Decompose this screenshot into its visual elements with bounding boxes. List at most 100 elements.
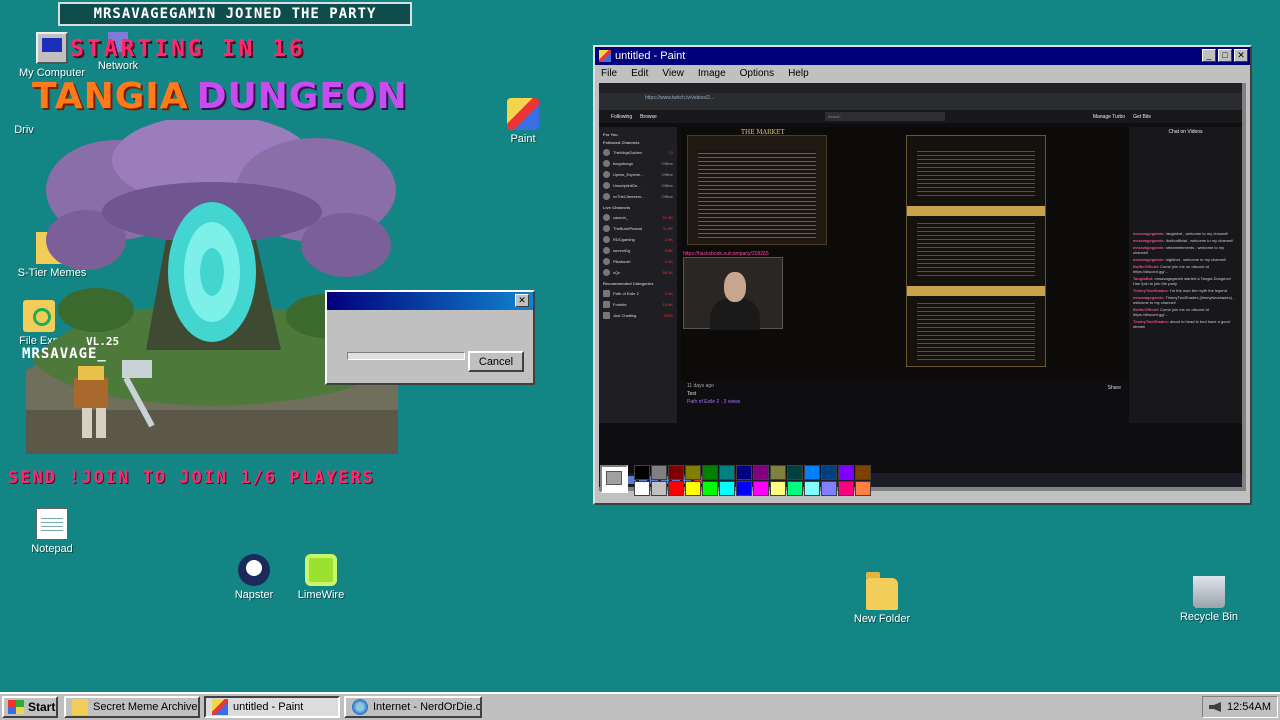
chat-message: TimmyTwoShades: I'm the man the myth the… (1133, 288, 1228, 293)
speaker-icon[interactable] (1208, 702, 1221, 712)
palette-swatches (634, 465, 871, 496)
video-meta: Path of Exile 2 · 3 views (687, 399, 741, 405)
dialog-close-button[interactable]: ✕ (515, 294, 529, 307)
start-button[interactable]: Start (2, 696, 58, 718)
sidebar-channel: RDCgaming 2.6K (603, 234, 673, 245)
island-dirt (26, 410, 398, 454)
twitch-topnav: Following Browse Search Manage Turbo Get… (599, 110, 1242, 123)
palette-swatch[interactable] (855, 481, 871, 496)
palette-swatch[interactable] (855, 465, 871, 480)
desktop-icon-napster[interactable]: Napster (216, 554, 292, 601)
tangia-dungeon-logo: TANGIA DUNGEON (32, 76, 408, 117)
palette-swatch[interactable] (804, 465, 820, 480)
taskbar-item-paint[interactable]: untitled - Paint (204, 696, 340, 718)
palette-swatch[interactable] (634, 481, 650, 496)
menu-view[interactable]: View (662, 68, 684, 79)
nav-browse: Browse (640, 113, 657, 120)
player-name: MRSAVAGE_ (22, 346, 107, 362)
start-label: Start (28, 700, 56, 714)
paint-icon (212, 699, 228, 715)
taskbar: Start Secret Meme Archive untitled - Pai… (0, 692, 1280, 720)
palette-swatch[interactable] (702, 481, 718, 496)
palette-swatch[interactable] (804, 481, 820, 496)
palette-swatch[interactable] (770, 465, 786, 480)
paint-canvas-area[interactable]: https://www.twitch.tv/videos/2... Follow… (599, 83, 1246, 491)
current-colors[interactable] (600, 465, 628, 493)
chat-message: BotficOfficial: Come join me on discord … (1133, 307, 1209, 317)
palette-swatch[interactable] (668, 481, 684, 496)
palette-swatch[interactable] (821, 481, 837, 496)
logo-word-tangia: TANGIA (32, 76, 189, 117)
market-listings (906, 135, 1046, 367)
nav-manage-turbo: Manage Turbo (1092, 113, 1126, 120)
palette-swatch[interactable] (651, 465, 667, 480)
palette-swatch[interactable] (719, 465, 735, 480)
browser-bookmarks (599, 103, 1242, 110)
join-prompt: SEND !JOIN TO JOIN 1/6 PLAYERS (8, 468, 376, 488)
palette-swatch[interactable] (668, 465, 684, 480)
menu-file[interactable]: File (601, 68, 617, 79)
nav-get-bits: Get Bits (1133, 113, 1151, 120)
palette-swatch[interactable] (685, 465, 701, 480)
cancel-button[interactable]: Cancel (468, 351, 524, 372)
palette-swatch[interactable] (685, 481, 701, 496)
sidebar-channel: summit1g 9.8K (603, 245, 673, 256)
maximize-button[interactable]: □ (1218, 49, 1232, 62)
chat-title: Chat on Videos (1168, 129, 1203, 135)
palette-swatch[interactable] (753, 465, 769, 480)
chat-message: mrsavagegamin: !botfoofficial , welcome … (1133, 238, 1234, 243)
palette-swatch[interactable] (702, 465, 718, 480)
menu-options[interactable]: Options (740, 68, 774, 79)
palette-swatch[interactable] (651, 481, 667, 496)
menu-help[interactable]: Help (788, 68, 809, 79)
sidebar-channel: xxTheCheezem... Offline (603, 191, 673, 202)
palette-swatch[interactable] (736, 465, 752, 480)
twitch-video-player: THE MARKET https://hacksbook.eu/company/… (681, 127, 1129, 381)
taskbar-item-label: Internet - NerdOrDie.com (373, 701, 482, 713)
palette-swatch[interactable] (821, 465, 837, 480)
palette-swatch[interactable] (838, 465, 854, 480)
countdown-text: STARTING IN 16 (70, 36, 306, 62)
twitch-search: Search (824, 112, 945, 121)
napster-icon (238, 554, 270, 586)
limewire-icon (305, 554, 337, 586)
palette-swatch[interactable] (753, 481, 769, 496)
share-button: Share (1107, 385, 1121, 391)
recycle-bin-icon (1193, 576, 1225, 608)
desktop-icon-paint[interactable]: Paint (485, 98, 561, 145)
close-button[interactable]: ✕ (1234, 49, 1248, 62)
taskbar-item-label: untitled - Paint (233, 701, 304, 713)
sidebar-channel: TheNinjaGolden 10 (603, 147, 673, 158)
chat-message: mrsavagegamin: nightbot , welcome to my … (1133, 257, 1227, 262)
palette-swatch[interactable] (787, 465, 803, 480)
windows-logo-icon (8, 700, 24, 714)
taskbar-item-secret-meme-archive[interactable]: Secret Meme Archive (64, 696, 200, 718)
palette-swatch[interactable] (770, 481, 786, 496)
nav-following: Following (611, 113, 633, 120)
menu-edit[interactable]: Edit (631, 68, 648, 79)
palette-swatch[interactable] (838, 481, 854, 496)
logo-word-dungeon: DUNGEON (196, 76, 408, 117)
progress-dialog: ✕ Cancel (325, 290, 535, 385)
desktop-icon-new-folder[interactable]: New Folder (844, 572, 920, 625)
desktop-icon-label: New Folder (853, 613, 911, 625)
palette-swatch[interactable] (736, 481, 752, 496)
taskbar-item-internet[interactable]: Internet - NerdOrDie.com (344, 696, 482, 718)
sidebar-live-header: Live Channels (603, 205, 631, 210)
taskbar-item-label: Secret Meme Archive (93, 701, 198, 713)
desktop-icon-label: Recycle Bin (1179, 611, 1239, 623)
minimize-button[interactable]: _ (1202, 49, 1216, 62)
menu-image[interactable]: Image (698, 68, 726, 79)
palette-swatch[interactable] (787, 481, 803, 496)
desktop-icon-notepad[interactable]: Notepad (14, 508, 90, 555)
chat-message: mrsavagegamin: streamelements , welcome … (1133, 245, 1225, 255)
desktop-icon-label: Paint (510, 133, 536, 145)
palette-swatch[interactable] (634, 465, 650, 480)
sidebar-channel: Upriss_Experie... Offline (603, 169, 673, 180)
desktop-icon-recycle-bin[interactable]: Recycle Bin (1171, 576, 1247, 623)
video-time: 11 days ago (687, 383, 714, 389)
palette-swatch[interactable] (719, 481, 735, 496)
paint-titlebar[interactable]: untitled - Paint _ □ ✕ (595, 47, 1250, 65)
desktop-icon-limewire[interactable]: LimeWire (283, 554, 359, 601)
window-controls: _ □ ✕ (1202, 49, 1248, 62)
